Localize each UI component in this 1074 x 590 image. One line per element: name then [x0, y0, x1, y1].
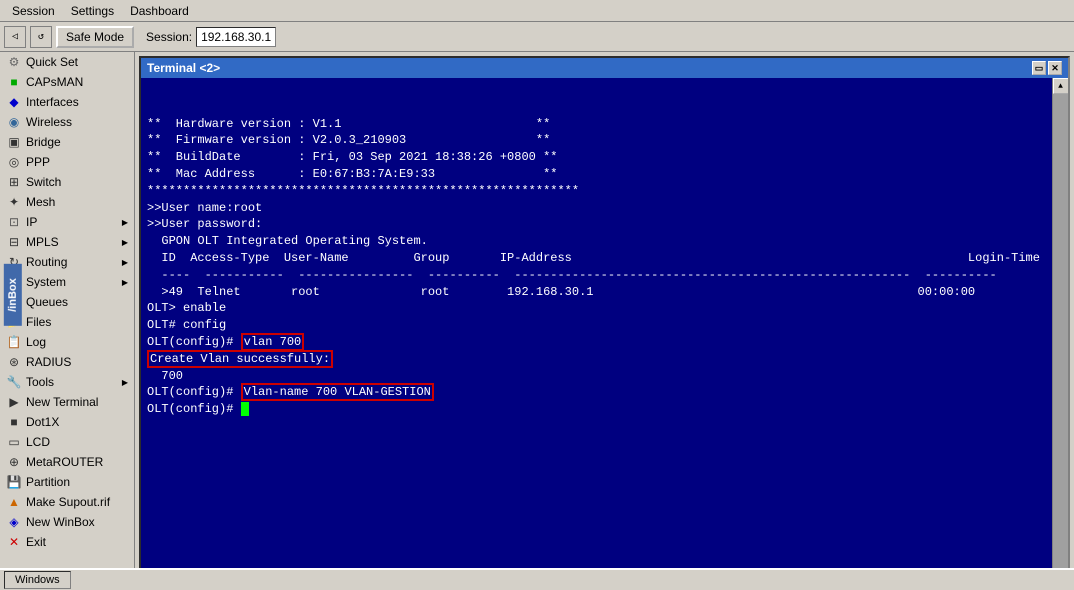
terminal-titlebar-buttons: ▭ ✕: [1032, 61, 1062, 75]
sidebar-item-log[interactable]: 📋 Log: [0, 332, 134, 352]
sidebar-label-files: Files: [26, 315, 51, 329]
sidebar-label-log: Log: [26, 335, 46, 349]
session-label: Session:: [146, 30, 192, 44]
exit-icon: ✕: [6, 534, 22, 550]
sidebar-item-radius[interactable]: ⊛ RADIUS: [0, 352, 134, 372]
toolbar: ◁ ↺ Safe Mode Session: 192.168.30.1: [0, 22, 1074, 52]
ip-arrow-icon: ▶: [122, 218, 128, 227]
sidebar-label-ip: IP: [26, 215, 37, 229]
lcd-icon: ▭: [6, 434, 22, 450]
sidebar-item-bridge[interactable]: ▣ Bridge: [0, 132, 134, 152]
sidebar-item-metarouter[interactable]: ⊕ MetaROUTER: [0, 452, 134, 472]
main-layout: ⚙ Quick Set ■ CAPsMAN ◆ Interfaces ◉ Wir…: [0, 52, 1074, 590]
system-arrow-icon: ▶: [122, 278, 128, 287]
wireless-icon: ◉: [6, 114, 22, 130]
sidebar-label-switch: Switch: [26, 175, 61, 189]
sidebar-label-ppp: PPP: [26, 155, 50, 169]
terminal-close-button[interactable]: ✕: [1048, 61, 1062, 75]
sidebar-label-mpls: MPLS: [26, 235, 59, 249]
sidebar-label-capsman: CAPsMAN: [26, 75, 83, 89]
terminal-area: Terminal <2> ▭ ✕ ** Hardware version : V…: [135, 52, 1074, 590]
sidebar-label-make-supout: Make Supout.rif: [26, 495, 110, 509]
sidebar-label-dot1x: Dot1X: [26, 415, 59, 429]
menu-bar: Session Settings Dashboard: [0, 0, 1074, 22]
sidebar-label-wireless: Wireless: [26, 115, 72, 129]
sidebar-item-dot1x[interactable]: ■ Dot1X: [0, 412, 134, 432]
new-winbox-icon: ◈: [6, 514, 22, 530]
sidebar-label-interfaces: Interfaces: [26, 95, 79, 109]
sidebar-label-tools: Tools: [26, 375, 54, 389]
metarouter-icon: ⊕: [6, 454, 22, 470]
scroll-up-button[interactable]: ▲: [1053, 78, 1069, 94]
sidebar-item-lcd[interactable]: ▭ LCD: [0, 432, 134, 452]
sidebar-item-new-terminal[interactable]: ▶ New Terminal: [0, 392, 134, 412]
mpls-arrow-icon: ▶: [122, 238, 128, 247]
sidebar-label-system: System: [26, 275, 66, 289]
sidebar-item-new-winbox[interactable]: ◈ New WinBox: [0, 512, 134, 532]
sidebar-label-routing: Routing: [26, 255, 67, 269]
sidebar-label-radius: RADIUS: [26, 355, 71, 369]
sidebar-item-interfaces[interactable]: ◆ Interfaces: [0, 92, 134, 112]
sidebar-item-mpls[interactable]: ⊟ MPLS ▶: [0, 232, 134, 252]
scroll-track[interactable]: [1053, 94, 1068, 568]
terminal-scrollbar[interactable]: ▲ ▼: [1052, 78, 1068, 584]
sidebar-label-new-winbox: New WinBox: [26, 515, 95, 529]
sidebar-label-bridge: Bridge: [26, 135, 61, 149]
quick-set-icon: ⚙: [6, 54, 22, 70]
radius-icon: ⊛: [6, 354, 22, 370]
sidebar-item-capsman[interactable]: ■ CAPsMAN: [0, 72, 134, 92]
sidebar-item-mesh[interactable]: ✦ Mesh: [0, 192, 134, 212]
new-terminal-icon: ▶: [6, 394, 22, 410]
terminal-restore-button[interactable]: ▭: [1032, 61, 1046, 75]
sidebar-item-make-supout[interactable]: ▲ Make Supout.rif: [0, 492, 134, 512]
winbox-label: /inBox: [4, 264, 22, 326]
log-icon: 📋: [6, 334, 22, 350]
dot1x-icon: ■: [6, 414, 22, 430]
switch-icon: ⊞: [6, 174, 22, 190]
partition-icon: 💾: [6, 474, 22, 490]
interfaces-icon: ◆: [6, 94, 22, 110]
taskbar-windows-button[interactable]: Windows: [4, 571, 71, 589]
menu-settings[interactable]: Settings: [63, 2, 122, 20]
session-value: 192.168.30.1: [196, 27, 276, 47]
routing-arrow-icon: ▶: [122, 258, 128, 267]
terminal-titlebar: Terminal <2> ▭ ✕: [141, 58, 1068, 78]
terminal-window: Terminal <2> ▭ ✕ ** Hardware version : V…: [139, 56, 1070, 586]
mpls-icon: ⊟: [6, 234, 22, 250]
terminal-content[interactable]: ** Hardware version : V1.1 **** Firmware…: [141, 78, 1052, 584]
terminal-title: Terminal <2>: [147, 61, 220, 75]
sidebar-label-partition: Partition: [26, 475, 70, 489]
sidebar-label-metarouter: MetaROUTER: [26, 455, 103, 469]
capsman-icon: ■: [6, 74, 22, 90]
sidebar-label-lcd: LCD: [26, 435, 50, 449]
make-supout-icon: ▲: [6, 494, 22, 510]
toolbar-btn-left[interactable]: ◁: [4, 26, 26, 48]
sidebar-item-ppp[interactable]: ◎ PPP: [0, 152, 134, 172]
menu-dashboard[interactable]: Dashboard: [122, 2, 197, 20]
sidebar-item-wireless[interactable]: ◉ Wireless: [0, 112, 134, 132]
mesh-icon: ✦: [6, 194, 22, 210]
taskbar: Windows: [0, 568, 1074, 590]
sidebar-label-exit: Exit: [26, 535, 46, 549]
sidebar-item-quick-set[interactable]: ⚙ Quick Set: [0, 52, 134, 72]
safe-mode-button[interactable]: Safe Mode: [56, 26, 134, 48]
sidebar-label-mesh: Mesh: [26, 195, 55, 209]
sidebar-label-queues: Queues: [26, 295, 68, 309]
toolbar-btn-refresh[interactable]: ↺: [30, 26, 52, 48]
menu-session[interactable]: Session: [4, 2, 63, 20]
sidebar-item-exit[interactable]: ✕ Exit: [0, 532, 134, 552]
tools-icon: 🔧: [6, 374, 22, 390]
sidebar-item-switch[interactable]: ⊞ Switch: [0, 172, 134, 192]
tools-arrow-icon: ▶: [122, 378, 128, 387]
sidebar-item-tools[interactable]: 🔧 Tools ▶: [0, 372, 134, 392]
sidebar-label-quick-set: Quick Set: [26, 55, 78, 69]
terminal-body: ** Hardware version : V1.1 **** Firmware…: [141, 78, 1068, 584]
sidebar-item-ip[interactable]: ⊡ IP ▶: [0, 212, 134, 232]
ip-icon: ⊡: [6, 214, 22, 230]
bridge-icon: ▣: [6, 134, 22, 150]
sidebar-label-new-terminal: New Terminal: [26, 395, 98, 409]
ppp-icon: ◎: [6, 154, 22, 170]
sidebar-item-partition[interactable]: 💾 Partition: [0, 472, 134, 492]
